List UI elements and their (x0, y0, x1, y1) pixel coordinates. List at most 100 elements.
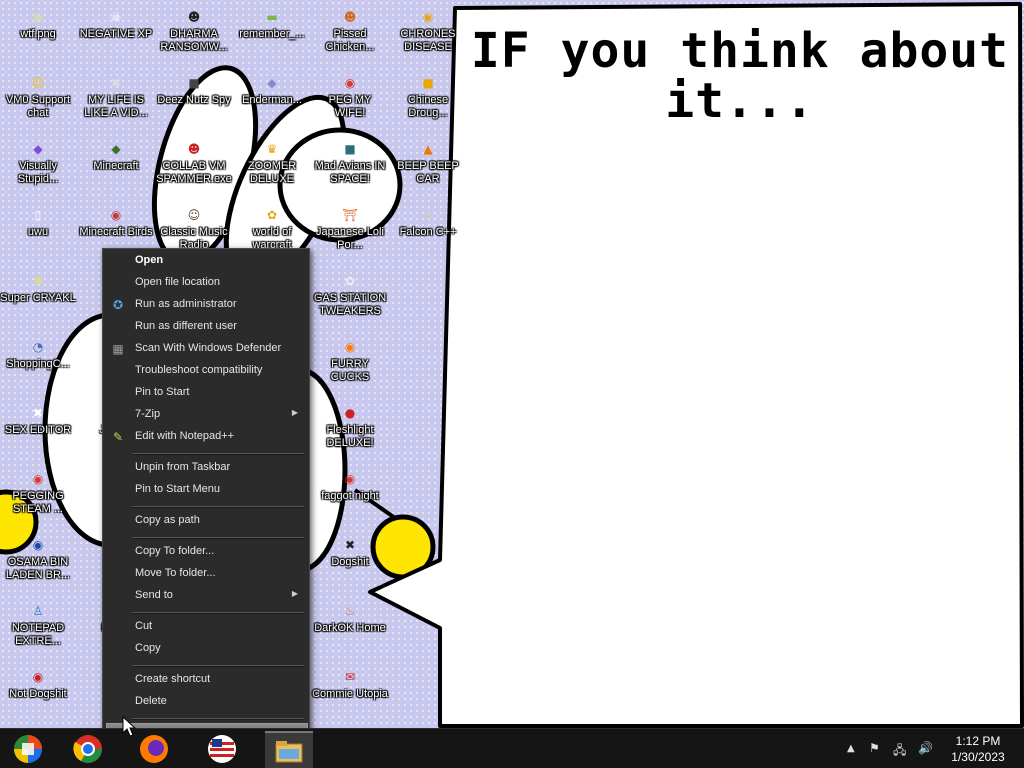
desktop-icon[interactable]: ▬ remember_... (234, 2, 310, 41)
firefox-icon (140, 735, 168, 763)
menu-item-create-shortcut[interactable]: Create shortcut (106, 670, 306, 690)
desktop-icon[interactable]: ◉ FURRY CUCKS (312, 332, 388, 384)
desktop-icon-image: ◉ (344, 340, 356, 354)
desktop-icon[interactable]: ◆ Minecraft (78, 134, 154, 173)
desktop-icon[interactable]: ◆ Enderman... (234, 68, 310, 107)
menu-item-send-to[interactable]: Send to ▶ (106, 586, 306, 606)
start-button[interactable] (4, 731, 52, 767)
desktop-icon[interactable]: ✿ world of warcraft (234, 200, 310, 252)
desktop-icon-label: faggot night (321, 490, 379, 502)
desktop-icon[interactable]: ◆ Visually Stupid... (0, 134, 76, 186)
menu-item-open-file-location[interactable]: Open file location (106, 273, 306, 293)
desktop-icon[interactable]: ⛩ Japanese Loli Por... (312, 200, 388, 252)
desktop-icon-image: ✺ (32, 274, 44, 288)
file-explorer-icon (275, 741, 303, 763)
desktop-icon[interactable]: ◉ Not Dogshit (0, 662, 76, 701)
menu-separator (132, 718, 304, 720)
desktop-icon[interactable]: ✖ Dogshit (312, 530, 388, 569)
desktop-icon[interactable]: ✖ SEX EDITOR (0, 398, 76, 437)
chrome-icon (73, 735, 102, 763)
desktop-icon-image: ◉ (32, 538, 44, 552)
menu-item-copy[interactable]: Copy (106, 639, 306, 659)
desktop-icon[interactable]: ■ Chinese Droug... (390, 68, 466, 120)
menu-item-delete[interactable]: Delete (106, 692, 306, 712)
desktop-icon[interactable]: ◉ Minecraft Birds (78, 200, 154, 239)
desktop-icon[interactable]: ■ Mad Avians IN SPACE! (312, 134, 388, 186)
desktop-icon-label: Minecraft Birds (79, 226, 153, 238)
desktop-icon-label: Chinese Droug... (407, 94, 449, 119)
volume-icon[interactable]: 🔊 (918, 741, 933, 755)
desktop-icon[interactable]: ▣ wtf.png (0, 2, 76, 41)
desktop-icon[interactable]: ✺ Super CRYAKL (0, 266, 76, 305)
desktop-icon[interactable]: ☻ COLLAB VM SPAMMER.exe (156, 134, 232, 186)
desktop-icon[interactable]: ♛ ZOOMER DELUXE (234, 134, 310, 186)
menu-item-pin-to-start-menu[interactable]: Pin to Start Menu (106, 480, 306, 500)
taskbar-chrome[interactable] (64, 731, 112, 767)
desktop-icon[interactable]: ◉ CHRONES DISEASE (390, 2, 466, 54)
desktop-icon[interactable]: ◔ ShoppingC... (0, 332, 76, 371)
desktop-icon[interactable]: ✉ Commie Utopia (312, 662, 388, 701)
gear-icon: ✪ (112, 298, 124, 312)
menu-item-pin-to-start[interactable]: Pin to Start (106, 383, 306, 403)
desktop-icon[interactable]: ◉ PEG MY WIFE! (312, 68, 388, 120)
desktop-icon-image: ☻ (187, 10, 201, 24)
desktop-icon[interactable]: ◉ OSAMA BIN LADEN BR... (0, 530, 76, 582)
menu-item-copy-to-folder[interactable]: Copy To folder... (106, 542, 306, 562)
desktop-icon[interactable]: ◉ PEGGING STEAM ... (0, 464, 76, 516)
menu-item-label: Scan With Windows Defender (135, 342, 282, 354)
desktop-icon-image: ♨ (344, 604, 356, 618)
network-icon[interactable]: 🖧 (893, 741, 906, 762)
menu-item-7-zip[interactable]: 7-Zip ▶ (106, 405, 306, 425)
menu-item-label: 7-Zip (135, 408, 161, 420)
taskbar-flag-app[interactable] (198, 731, 246, 767)
system-clock[interactable]: 1:12 PM 1/30/2023 (938, 733, 1018, 765)
desktop-icon[interactable]: ◉ faggot night (312, 464, 388, 503)
desktop-icon[interactable]: ● Fleshlight DELUXE! (312, 398, 388, 450)
menu-item-cut[interactable]: Cut (106, 617, 306, 637)
desktop-icon[interactable]: ☺ Classic Music Radio (156, 200, 232, 252)
desktop-icon[interactable]: ♨ DarkOK Home (312, 596, 388, 635)
desktop-icon-image: ■ (422, 76, 434, 90)
desktop-icon[interactable]: ☺ VM0 Support chat (0, 68, 76, 120)
flag-app-icon (208, 735, 236, 763)
menu-item-run-as-administrator[interactable]: ✪ Run as administrator (106, 295, 306, 315)
menu-item-unpin-from-taskbar[interactable]: Unpin from Taskbar (106, 458, 306, 478)
desktop-icon[interactable]: ✖ MY LIFE IS LIKE A VID... (78, 68, 154, 120)
desktop-icon-image: ◉ (32, 472, 44, 486)
desktop-icon-image: ✖ (344, 538, 356, 552)
submenu-arrow-icon: ▶ (291, 408, 298, 417)
action-center-flag-icon[interactable]: ⚑ (869, 741, 880, 755)
desktop-icon-label: wtf.png (20, 28, 56, 40)
desktop-icon[interactable]: ▲ BEEP BEEP CAR (390, 134, 466, 186)
menu-item-copy-as-path[interactable]: Copy as path (106, 511, 306, 531)
desktop-icon-image: ● (344, 406, 356, 420)
desktop-icon[interactable]: ✿ GAS STATION TWEAKERS (312, 266, 388, 318)
menu-item-label: Run as administrator (135, 298, 237, 310)
menu-item-scan-with-windows-defender[interactable]: ▦ Scan With Windows Defender (106, 339, 306, 359)
taskbar-file-explorer[interactable] (265, 731, 313, 768)
menu-item-label: Open file location (135, 276, 220, 288)
desktop-icon-image: ■ (188, 76, 200, 90)
desktop-icon[interactable]: ♻ Falcon C++ (390, 200, 466, 239)
menu-item-edit-with-notepad[interactable]: ✎ Edit with Notepad++ (106, 427, 306, 447)
taskbar-firefox[interactable] (130, 731, 178, 767)
menu-item-label: Move To folder... (135, 567, 216, 579)
menu-item-troubleshoot-compatibility[interactable]: Troubleshoot compatibility (106, 361, 306, 381)
notepadpp-icon: ✎ (112, 430, 124, 444)
show-hidden-icons-icon[interactable]: ▲ (847, 743, 855, 754)
desktop-icon-image: ◉ (344, 76, 356, 90)
desktop-icon-image: ♛ (266, 142, 278, 156)
menu-item-open[interactable]: Open (106, 251, 306, 271)
desktop-icon[interactable]: ☻ Pissed Chicken... (312, 2, 388, 54)
desktop-icon[interactable]: ☠ NEGATIVE XP (78, 2, 154, 41)
menu-item-move-to-folder[interactable]: Move To folder... (106, 564, 306, 584)
desktop-icon-image: ☠ (110, 10, 122, 24)
desktop-icon[interactable]: ■ Deez Nutz Spy (156, 68, 232, 107)
desktop-icon[interactable]: ♙ NOTEPAD EXTRE... (0, 596, 76, 648)
desktop-icon-label: DarkOK Home (314, 622, 386, 634)
desktop-icon-image: ▬ (266, 10, 278, 24)
menu-item-label: Create shortcut (135, 673, 211, 685)
desktop-icon[interactable]: ▯ uwu (0, 200, 76, 239)
menu-item-run-as-different-user[interactable]: Run as different user (106, 317, 306, 337)
desktop-icon[interactable]: ☻ DHARMA RANSOMW... (156, 2, 232, 54)
